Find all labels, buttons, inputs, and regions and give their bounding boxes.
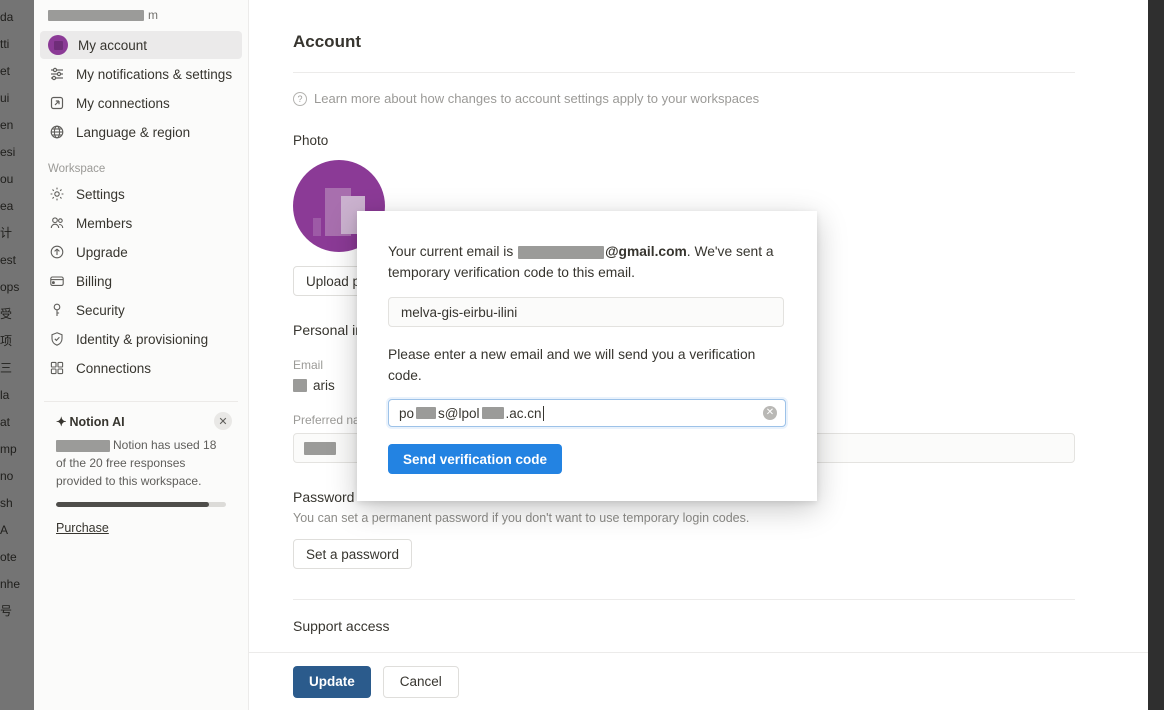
gear-icon [48,185,66,203]
sidebar-item-my-notifications-settings[interactable]: My notifications & settings [40,60,242,88]
account-settings-note-text: Learn more about how changes to account … [314,91,760,106]
sidebar-item-language-region[interactable]: Language & region [40,118,242,146]
sidebar-item-label: Language & region [76,124,191,140]
text-caret [542,405,544,421]
sliders-icon [48,65,66,83]
sidebar-item-label: Billing [76,273,113,289]
credit-card-icon [48,272,66,290]
notion-ai-title: Notion AI [69,414,125,429]
sidebar-item-connections[interactable]: Connections [40,354,242,382]
people-icon [48,214,66,232]
sidebar-item-my-connections[interactable]: My connections [40,89,242,117]
shield-check-icon [48,330,66,348]
notion-ai-body: Notion has used 18 of the 20 free respon… [56,436,226,490]
new-email-middle: s@lpol [438,405,480,421]
clear-circle-icon[interactable]: ✕ [763,406,777,420]
sidebar-item-label: Upgrade [76,244,128,260]
avatar-icon [48,35,68,55]
verification-code-input[interactable]: melva-gis-eirbu-ilini [388,297,784,327]
account-email-suffix: m [148,8,158,22]
notion-ai-progress-bar [56,502,226,507]
redacted-email-block [48,9,144,21]
verification-code-value: melva-gis-eirbu-ilini [401,304,518,320]
arrow-up-circle-icon [48,243,66,261]
sidebar-item-label: My notifications & settings [76,66,233,82]
settings-sidebar: m My account My notifications & settings… [34,0,249,710]
email-field-value: aris [313,378,335,393]
sidebar-item-label: My account [78,37,148,53]
new-email-input[interactable]: po s@lpol .ac.cn ✕ [388,399,786,427]
divider [293,72,1075,73]
notion-ai-card: ✕ ✦ Notion AI Notion has used 18 of the … [44,401,238,551]
sidebar-item-settings[interactable]: Settings [40,180,242,208]
sidebar-item-billing[interactable]: Billing [40,267,242,295]
sidebar-item-label: Connections [76,360,152,376]
screen-root: dattietuienesi ouea计estops受 项三laatmpno s… [0,0,1164,710]
modal-intro-prefix: Your current email is [388,244,514,259]
redacted-current-email [518,245,605,259]
update-button[interactable]: Update [293,665,371,698]
globe-icon [48,123,66,141]
new-email-prefix: po [399,405,415,421]
purchase-link[interactable]: Purchase [56,521,109,535]
redacted-email-part-1 [416,407,437,419]
action-bar: Update Cancel [249,652,1148,710]
sidebar-workspace-section: Settings Members Upgrade Billing Securit… [34,179,248,383]
password-description: You can set a permanent password if you … [293,511,750,525]
photo-label: Photo [293,133,329,148]
sidebar-item-identity-provisioning[interactable]: Identity & provisioning [40,325,242,353]
cancel-button[interactable]: Cancel [382,665,459,698]
modal-intro-text: Your current email is @gmail.com. We've … [388,241,786,283]
sidebar-account-section: My account My notifications & settings M… [34,30,248,147]
sidebar-item-label: Settings [76,186,125,202]
sidebar-section-workspace-label: Workspace [48,163,106,175]
set-password-button[interactable]: Set a password [293,539,413,569]
close-icon[interactable]: ✕ [214,412,232,430]
arrow-out-square-icon [48,94,66,112]
grid-icon [48,359,66,377]
account-settings-note: ? Learn more about how changes to accoun… [293,91,1148,106]
sidebar-item-upgrade[interactable]: Upgrade [40,238,242,266]
sidebar-item-label: My connections [76,95,170,111]
sparkle-icon: ✦ [56,415,67,429]
modal-intro-domain: @gmail.com [605,244,687,259]
sidebar-item-label: Identity & provisioning [76,331,209,347]
sidebar-item-label: Members [76,215,133,231]
send-verification-code-button[interactable]: Send verification code [388,444,563,474]
redacted-email-part-2 [481,407,504,419]
new-email-suffix: .ac.cn [505,405,542,421]
right-dark-strip [1148,0,1164,710]
support-access-label: Support access [293,618,390,634]
page-title: Account [293,32,361,51]
divider-2 [293,599,1075,600]
sidebar-account-email: m [34,0,248,30]
change-email-modal: Your current email is @gmail.com. We've … [357,211,817,501]
redacted-name-block [56,439,110,452]
notion-ai-title-row: ✦ Notion AI [56,414,226,430]
sidebar-item-label: Security [76,302,125,318]
sidebar-item-my-account[interactable]: My account [40,31,242,59]
key-icon [48,301,66,319]
info-icon: ? [293,91,307,106]
sidebar-item-security[interactable]: Security [40,296,242,324]
modal-instruction-text: Please enter a new email and we will sen… [388,347,756,383]
sidebar-item-members[interactable]: Members [40,209,242,237]
